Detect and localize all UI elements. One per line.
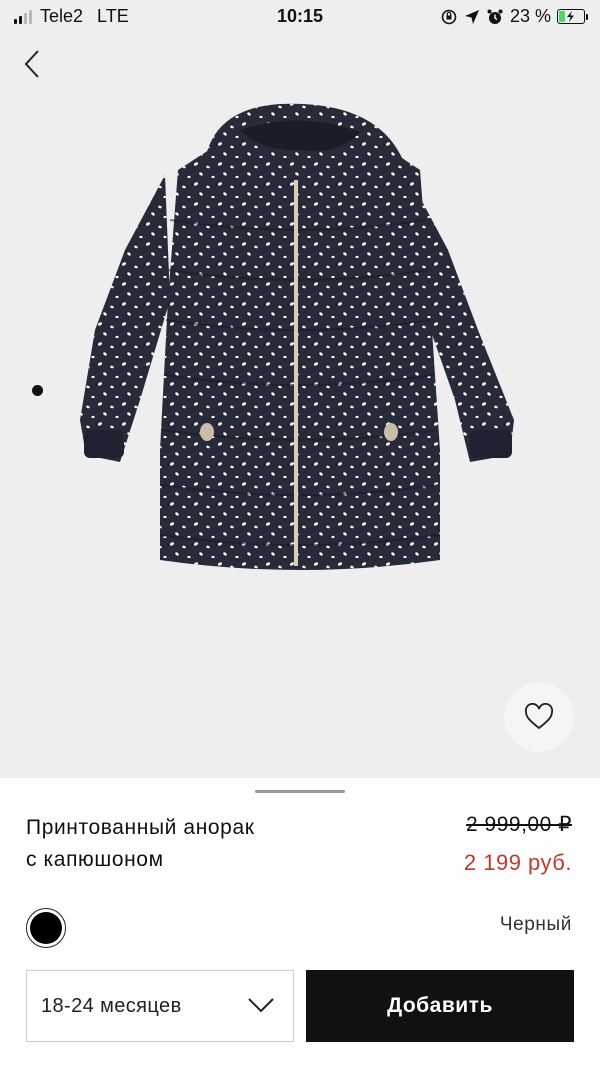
status-right: 23 % [440,6,588,27]
product-title: Принтованный анорак с капюшоном [26,812,356,876]
product-title-line2: с капюшоном [26,848,164,871]
add-to-cart-button[interactable]: Добавить [306,970,574,1042]
alarm-icon [487,9,503,24]
favorite-button[interactable] [504,682,574,752]
status-bar: Tele2 LTE 10:15 23 % [0,0,600,36]
old-price: 2 999,00 ₽ [466,813,572,836]
product-jacket-image [80,103,514,570]
sale-price: 2 199 руб. [463,850,572,875]
back-button[interactable] [18,48,48,80]
chevron-down-icon [248,998,274,1013]
sheet-drag-handle[interactable] [255,790,345,793]
color-name: Черный [499,914,572,935]
size-select[interactable]: 18-24 месяцев [26,970,294,1042]
location-arrow-icon [464,9,479,24]
image-pagination-dot[interactable] [32,385,43,396]
screen-lock-rotation-icon [441,9,457,24]
product-screen: Tele2 LTE 10:15 23 % Принтованный анорак… [0,0,600,1066]
chevron-left-icon [24,50,39,78]
battery-charging-icon [557,9,588,24]
product-image-area[interactable] [0,0,600,778]
battery-percent: 23 % [509,6,551,26]
heart-icon [524,703,554,730]
size-value: 18-24 месяцев [41,995,182,1017]
color-swatch[interactable] [26,908,66,948]
product-title-line1: Принтованный анорак [26,816,255,839]
